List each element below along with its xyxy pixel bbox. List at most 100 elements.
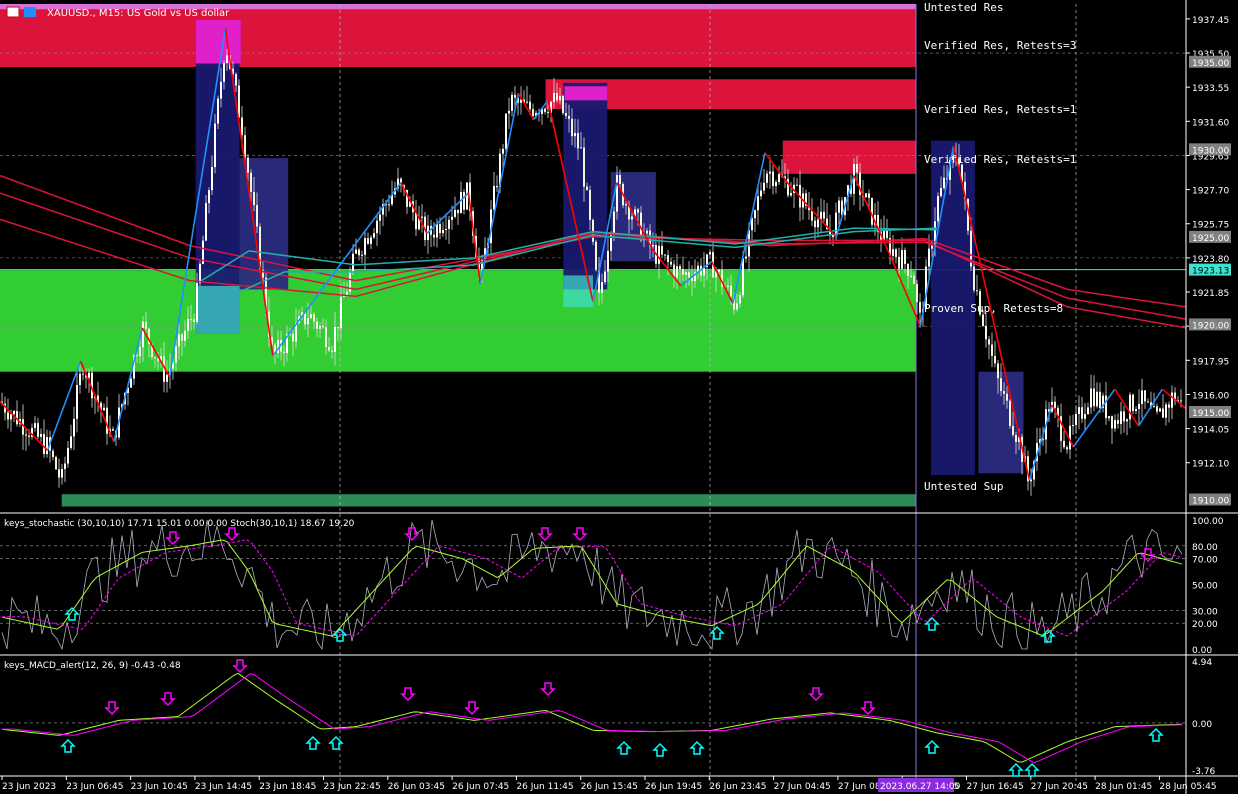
candle-body <box>985 325 987 340</box>
candle-body <box>343 296 345 298</box>
time-tick-label: 27 Jun 04:45 <box>774 782 831 792</box>
candle-body <box>1006 393 1008 401</box>
candle-body <box>247 157 249 173</box>
candle-body <box>772 171 774 186</box>
candle-body <box>307 318 309 325</box>
price-tick-label: 1916.00 <box>1192 391 1229 401</box>
candle-body <box>1081 407 1083 419</box>
candle-body <box>994 355 996 364</box>
candle-body <box>865 193 867 198</box>
candle-body <box>352 253 354 273</box>
candle-body <box>1171 392 1173 408</box>
candle-body <box>790 192 792 196</box>
price-highlight-label: 1910.00 <box>1192 496 1229 506</box>
candle-body <box>220 81 222 99</box>
candle-body <box>1159 408 1161 412</box>
candle-body <box>589 189 591 220</box>
candle-body <box>214 123 216 168</box>
candle-body <box>235 74 237 86</box>
candle-body <box>256 205 258 227</box>
time-tick-label: 26 Jun 23:45 <box>709 782 766 792</box>
stoch-tick-label: 50.00 <box>1192 582 1218 592</box>
candle-body <box>757 196 759 211</box>
candle-body <box>493 186 495 210</box>
zone-label: Untested Sup <box>924 480 1003 493</box>
candle-body <box>331 350 333 352</box>
candle-body <box>595 241 597 270</box>
price-tick-label: 1933.55 <box>1192 84 1229 94</box>
candle-body <box>1093 388 1095 407</box>
candle-body <box>361 254 363 256</box>
candle-body <box>1129 394 1131 420</box>
candle-body <box>1132 394 1134 411</box>
candle-body <box>982 314 984 326</box>
candle-body <box>310 314 312 319</box>
candle-body <box>1054 401 1056 408</box>
stoch-tick-label: 80.00 <box>1192 543 1218 553</box>
candle-body <box>364 238 366 255</box>
window-list-icon[interactable] <box>6 6 20 18</box>
candle-body <box>193 319 195 322</box>
zone-label: Proven Sup, Retests=8 <box>924 302 1063 315</box>
candle-body <box>913 275 915 285</box>
candle-body <box>1075 413 1077 425</box>
candle-body <box>367 238 369 244</box>
candle-body <box>1084 414 1086 419</box>
stochastic-caption: keys_stochastic (30,10,10) 17.71 15.01 0… <box>4 519 355 529</box>
time-tick-label: 26 Jun 03:45 <box>388 782 445 792</box>
time-tick-label: 23 Jun 14:45 <box>195 782 252 792</box>
candle-body <box>103 407 105 411</box>
candle-body <box>454 209 456 217</box>
candle-body <box>1126 419 1128 422</box>
candle-body <box>370 237 372 244</box>
candle-body <box>556 92 558 101</box>
swing-box-bottom <box>195 285 240 334</box>
symbol-caption-text: XAUUSD., M15: US Gold vs US dollar <box>47 8 230 19</box>
macd-tick-label: 4.94 <box>1192 658 1212 668</box>
price-highlight-label: 1923.13 <box>1192 267 1229 277</box>
time-tick-label: 27 Jun 16:45 <box>967 782 1024 792</box>
candle-body <box>61 468 63 478</box>
candle-body <box>1066 447 1068 450</box>
stoch-tick-label: 30.00 <box>1192 607 1218 617</box>
candle-body <box>439 224 441 234</box>
candle-body <box>514 94 516 98</box>
candle-body <box>199 263 201 284</box>
candle-body <box>37 423 39 437</box>
candle-body <box>106 407 108 434</box>
time-tick-label: 23 Jun 06:45 <box>66 782 123 792</box>
crosshair-time-label: 2023.06.27 14:00 <box>880 782 961 792</box>
candle-body <box>190 318 192 320</box>
candle-body <box>175 346 177 363</box>
candle-body <box>886 230 888 239</box>
candle-body <box>481 259 483 270</box>
candle-body <box>76 385 78 419</box>
candle-body <box>28 435 30 437</box>
candle-body <box>217 98 219 124</box>
candle-body <box>1123 411 1125 422</box>
candle-body <box>358 249 360 256</box>
candle-body <box>187 318 189 331</box>
candle-body <box>67 447 69 464</box>
candle-body <box>667 255 669 262</box>
candle-body <box>664 254 666 256</box>
candle-body <box>1063 440 1065 448</box>
candle-body <box>646 230 648 234</box>
candle-body <box>688 272 690 278</box>
candle-body <box>52 450 54 457</box>
candle-body <box>814 220 816 228</box>
candle-body <box>571 118 573 137</box>
candle-body <box>376 220 378 234</box>
candle-body <box>739 295 741 304</box>
candle-body <box>1114 420 1116 429</box>
macd-tick-label: -3.76 <box>1192 767 1216 777</box>
candle-body <box>991 344 993 356</box>
chart-type-icon[interactable] <box>24 7 36 17</box>
candle-body <box>511 94 513 111</box>
price-tick-label: 1931.60 <box>1192 118 1229 128</box>
candle-body <box>448 219 450 229</box>
candle-body <box>631 216 633 220</box>
candle-body <box>823 211 825 219</box>
candle-body <box>334 326 336 352</box>
trading-chart[interactable]: Untested Res Verified Res, Retests=3 Verif… <box>0 0 1238 794</box>
